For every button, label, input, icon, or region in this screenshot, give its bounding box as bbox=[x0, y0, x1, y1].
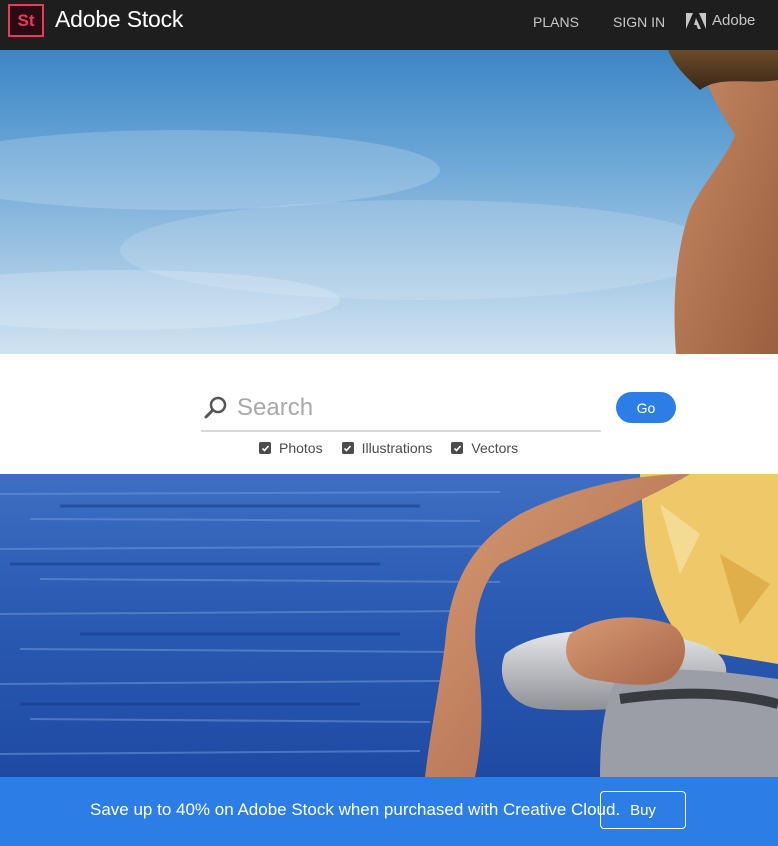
filter-label: Vectors bbox=[471, 440, 519, 456]
top-bar: St Adobe Stock PLANS SIGN IN Adobe bbox=[0, 0, 778, 50]
filter-label: Illustrations bbox=[361, 440, 433, 456]
checkbox-checked-icon[interactable] bbox=[451, 442, 464, 454]
filter-vectors[interactable]: Vectors bbox=[451, 440, 518, 456]
search-input[interactable] bbox=[237, 394, 587, 422]
filter-photos[interactable]: Photos bbox=[259, 440, 323, 456]
search-field[interactable] bbox=[201, 386, 601, 432]
filter-label: Photos bbox=[279, 440, 323, 456]
logo-text: St bbox=[17, 10, 35, 30]
hero-photo-bottom bbox=[0, 474, 778, 777]
buy-button[interactable]: Buy bbox=[600, 791, 686, 829]
promo-text: Save up to 40% on Adobe Stock when purch… bbox=[90, 800, 621, 819]
nav-adobe-label: Adobe bbox=[712, 12, 756, 29]
nav-plans-link[interactable]: PLANS bbox=[533, 14, 579, 30]
hero-photo-top-illustration bbox=[0, 50, 778, 354]
checkbox-checked-icon[interactable] bbox=[341, 442, 354, 454]
go-button[interactable]: Go bbox=[616, 392, 676, 423]
checkbox-checked-icon[interactable] bbox=[259, 442, 271, 454]
hero-photo-bottom-illustration bbox=[0, 474, 778, 777]
brand-name[interactable]: Adobe Stock bbox=[55, 6, 183, 33]
search-icon bbox=[204, 396, 227, 419]
nav-sign-in-link[interactable]: SIGN IN bbox=[613, 14, 665, 30]
adobe-logo-icon bbox=[686, 12, 706, 29]
filter-group: Photos Illustrations Vectors bbox=[259, 440, 537, 456]
adobe-stock-logo[interactable]: St bbox=[8, 4, 44, 37]
hero-photo-top bbox=[0, 50, 778, 354]
nav-adobe-link[interactable]: Adobe bbox=[686, 12, 755, 29]
filter-illustrations[interactable]: Illustrations bbox=[341, 440, 433, 456]
